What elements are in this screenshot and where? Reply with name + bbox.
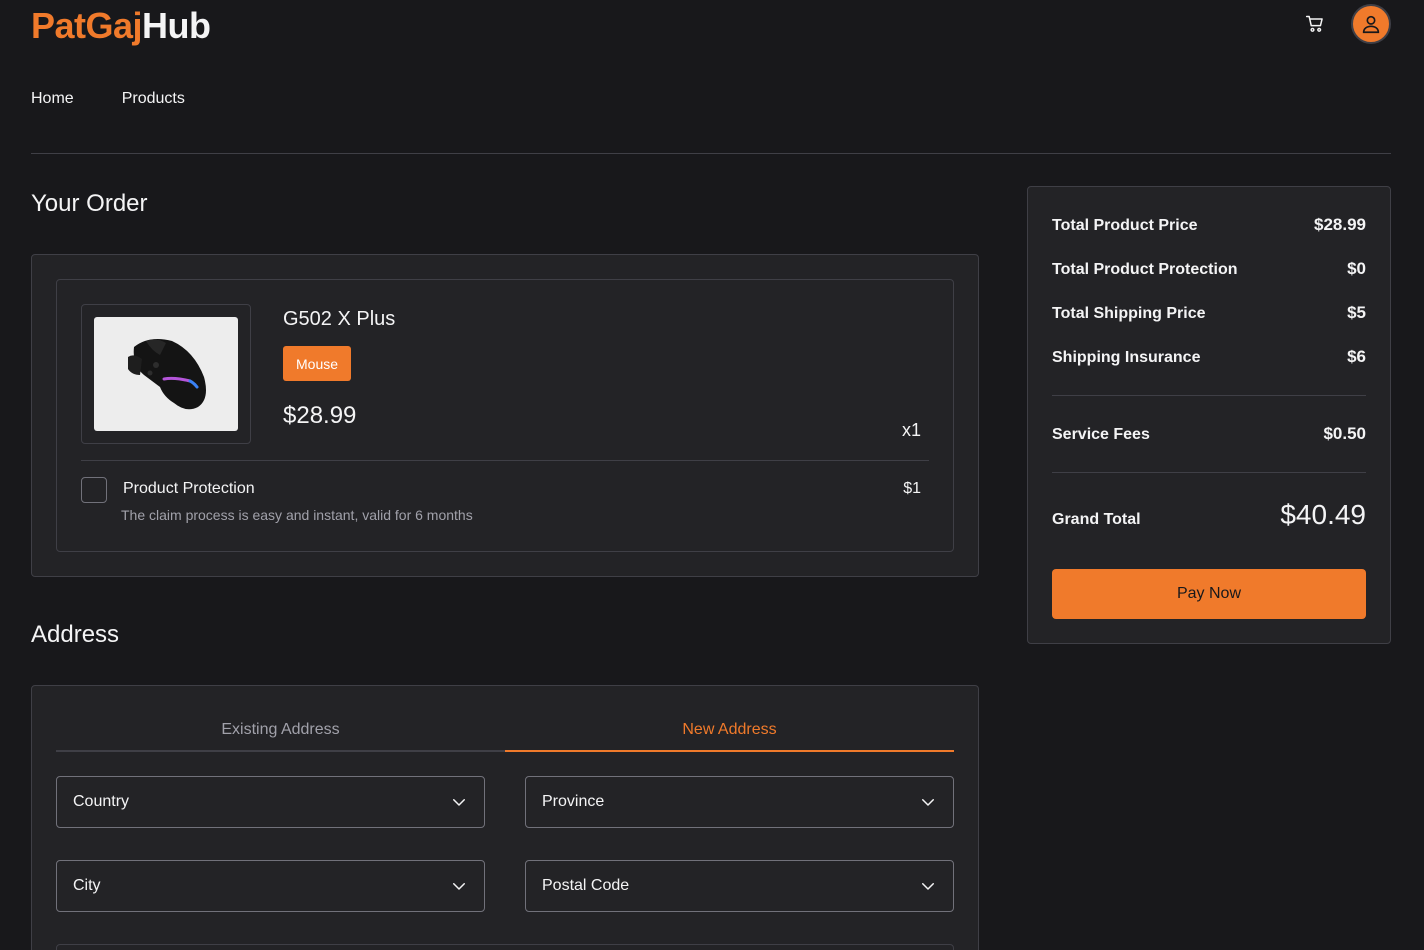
summary-label: Total Shipping Price [1052,305,1206,322]
order-card: G502 X Plus Mouse $28.99 x1 Product Prot… [31,254,979,577]
product-protection-price: $1 [903,480,921,497]
item-divider [81,460,929,461]
address-tabs: Existing Address New Address [56,710,954,752]
tab-new-address[interactable]: New Address [505,710,954,752]
header-divider [31,153,1391,154]
product-price: $28.99 [283,402,357,429]
postal-code-select[interactable]: Postal Code [525,860,954,912]
summary-divider [1052,395,1366,396]
city-select-label: City [73,877,101,894]
tab-existing-address[interactable]: Existing Address [56,710,505,750]
order-section-title: Your Order [31,190,148,217]
summary-divider [1052,472,1366,473]
service-fees-row: Service Fees $0.50 [1052,424,1366,444]
chevron-down-icon [922,883,934,890]
product-image-frame [81,304,251,444]
city-select[interactable]: City [56,860,485,912]
summary-value: $28.99 [1314,215,1366,234]
summary-label: Total Product Protection [1052,261,1238,278]
country-select[interactable]: Country [56,776,485,828]
summary-value: $5 [1347,303,1366,322]
summary-value: $0 [1347,259,1366,278]
chevron-down-icon [922,799,934,806]
service-fees-label: Service Fees [1052,426,1150,443]
service-fees-value: $0.50 [1323,424,1366,443]
summary-row: Shipping Insurance $6 [1052,347,1366,367]
summary-label: Shipping Insurance [1052,349,1201,366]
grand-total-label: Grand Total [1052,511,1141,528]
country-select-label: Country [73,793,130,810]
chevron-down-icon [453,799,465,806]
gaming-mouse-image[interactable] [94,317,238,431]
site-logo[interactable]: PatGajHub [31,5,211,47]
product-protection-description: The claim process is easy and instant, v… [121,507,473,523]
logo-part-hub: Hub [142,5,211,46]
order-item: G502 X Plus Mouse $28.99 x1 Product Prot… [56,279,954,552]
pay-now-button[interactable]: Pay Now [1052,569,1366,619]
province-select-label: Province [542,793,605,810]
product-quantity: x1 [901,420,921,440]
logo-part-brand: PatGaj [31,5,143,46]
user-avatar[interactable] [1351,4,1391,44]
summary-row: Total Product Protection $0 [1052,259,1366,279]
chevron-down-icon [453,883,465,890]
address-card: Existing Address New Address Country Pro… [31,685,979,950]
nav-item-products[interactable]: Products [122,90,185,108]
nav-item-home[interactable]: Home [31,90,74,108]
address-section-title: Address [31,621,120,648]
province-select[interactable]: Province [525,776,954,828]
product-protection-title: Product Protection [123,480,255,497]
product-category-badge: Mouse [283,346,352,381]
main-nav: Home Products [31,90,185,108]
summary-row: Total Shipping Price $5 [1052,303,1366,323]
summary-label: Total Product Price [1052,217,1198,234]
user-icon [1362,15,1380,34]
cart-icon[interactable] [1305,14,1325,34]
summary-value: $6 [1347,347,1366,366]
order-summary-card: Total Product Price $28.99 Total Product… [1027,186,1391,644]
grand-total-row: Grand Total $40.49 [1052,499,1366,531]
product-name: G502 X Plus [283,308,396,330]
summary-row: Total Product Price $28.99 [1052,215,1366,235]
postal-code-select-label: Postal Code [542,877,630,894]
grand-total-value: $40.49 [1280,499,1366,530]
address-detail-field[interactable] [56,944,954,950]
product-protection-checkbox[interactable] [81,477,107,503]
